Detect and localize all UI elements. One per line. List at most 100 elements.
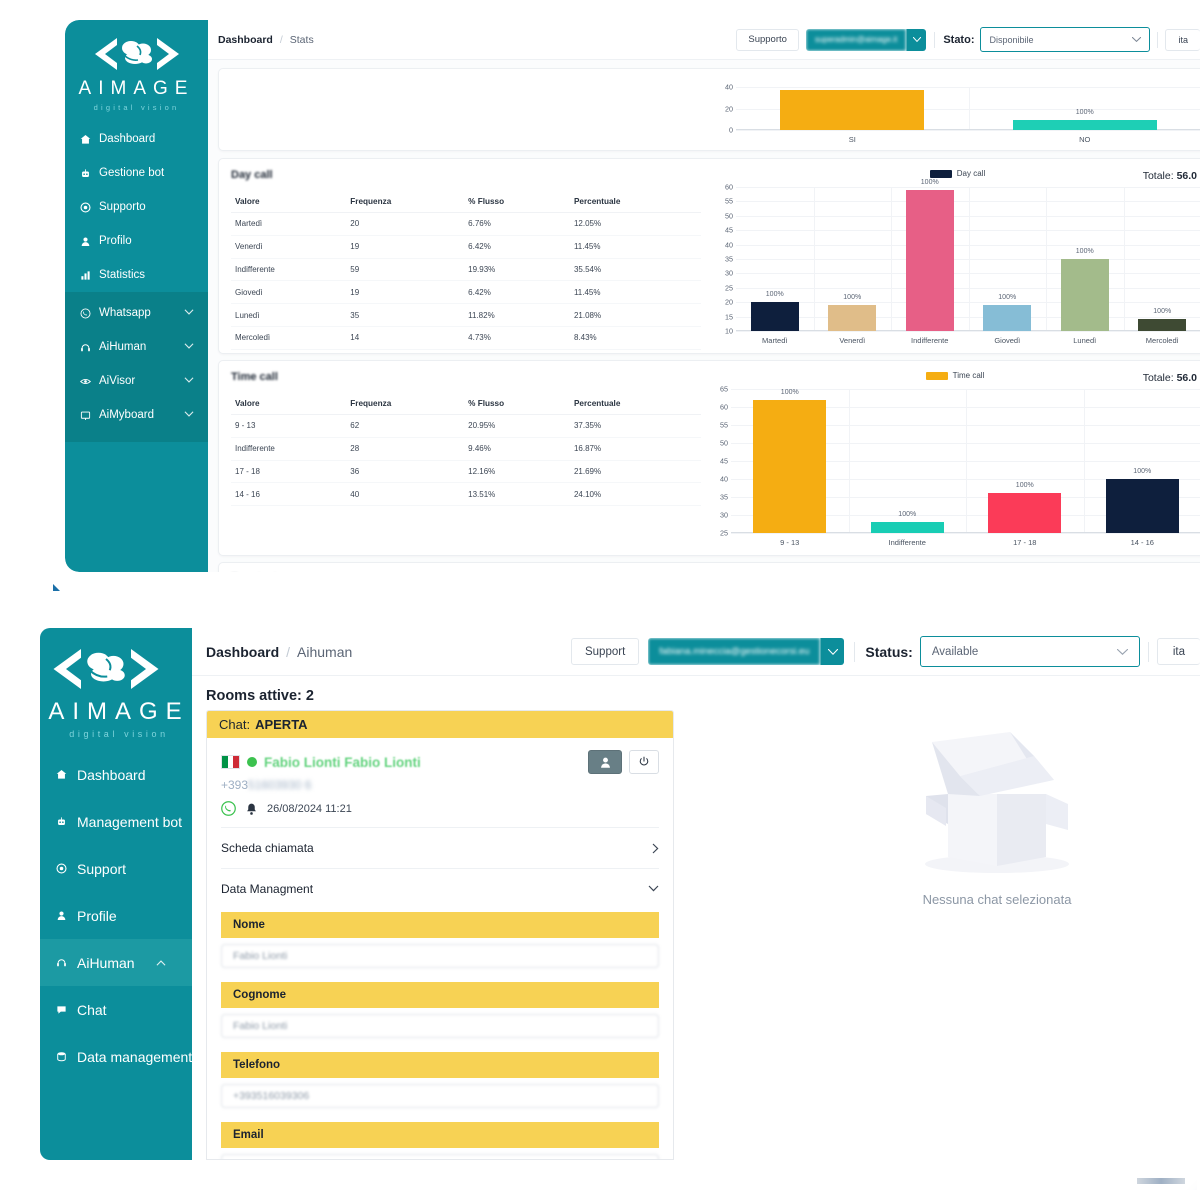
language-selector[interactable]: ita: [1165, 28, 1200, 51]
chart-bar[interactable]: 100%: [870, 511, 944, 533]
chevron-down-icon[interactable]: [184, 341, 194, 354]
transfer-agent-icon[interactable]: [588, 750, 622, 774]
support-button[interactable]: Supporto: [736, 28, 799, 51]
chat-status-header: Chat: APERTA: [207, 711, 673, 738]
chart-bar[interactable]: 100%: [1060, 248, 1109, 331]
form-field-input[interactable]: [221, 1154, 659, 1159]
sidebar-item-data-management[interactable]: Data management: [40, 1033, 192, 1080]
sidebar-nav: Dashboard Management bot Support Profile AiH…: [40, 751, 192, 1080]
chart-icon: [79, 269, 91, 281]
column-header[interactable]: Valore: [231, 393, 347, 415]
chart-bar[interactable]: 100%: [1012, 109, 1157, 130]
column-header[interactable]: Valore: [231, 191, 347, 213]
table-cell: 19: [346, 280, 465, 305]
chevron-up-icon[interactable]: [156, 955, 166, 971]
sidebar-item-dashboard[interactable]: Dashboard: [65, 122, 208, 156]
sidebar-item-aihuman[interactable]: AiHuman: [40, 939, 192, 986]
chart-bar[interactable]: [780, 89, 925, 130]
accordion-data-managment[interactable]: Data Managment: [221, 868, 659, 908]
chart-bar[interactable]: 100%: [753, 389, 827, 533]
language-selector[interactable]: ita: [1156, 638, 1200, 665]
form-field-input[interactable]: Fabio Lionti: [221, 944, 659, 968]
column-header[interactable]: Percentuale: [569, 191, 701, 213]
chart-bar[interactable]: 100%: [828, 294, 877, 331]
power-off-icon[interactable]: [629, 750, 659, 774]
table-cell: 37.35%: [569, 414, 701, 438]
chevron-down-icon[interactable]: [184, 375, 194, 388]
chevron-down-icon[interactable]: [184, 307, 194, 320]
column-header[interactable]: Frequenza: [346, 393, 465, 415]
accordion-scheda-chiamata[interactable]: Scheda chiamata: [221, 828, 659, 868]
sidebar-item-label: AiHuman: [99, 341, 147, 353]
sidebar-item-aivisor[interactable]: AiVisor: [65, 364, 208, 398]
support-button[interactable]: Support: [570, 638, 640, 665]
sidebar-item-support[interactable]: Support: [40, 845, 192, 892]
chart-bars: 100% 100% 100% 100%: [731, 389, 1200, 533]
form-field-input[interactable]: +393516039306: [221, 1084, 659, 1108]
database-icon: [54, 1051, 69, 1063]
sidebar-item-aimyboard[interactable]: AiMyboard: [65, 398, 208, 432]
column-header[interactable]: Frequenza: [346, 191, 465, 213]
column-header[interactable]: % Flusso: [464, 393, 570, 415]
form-field-input[interactable]: Fabio Lionti: [221, 1014, 659, 1038]
sidebar-item-gestione-bot[interactable]: Gestione bot: [65, 156, 208, 190]
column-header[interactable]: Percentuale: [569, 393, 701, 415]
sidebar-item-label: AiMyboard: [99, 409, 154, 421]
sidebar-item-whatsapp[interactable]: Whatsapp: [65, 296, 208, 330]
resize-handle-artifact[interactable]: [53, 584, 60, 591]
table-cell: 17 - 18: [231, 460, 347, 484]
column-header[interactable]: % Flusso: [464, 191, 570, 213]
aimage-brain-logo-icon: [53, 649, 159, 689]
status-select[interactable]: Disponibile: [980, 27, 1151, 52]
stats-dashboard-panel: AIMAGE digital vision Dashboard Gestione …: [65, 20, 1200, 572]
sidebar-item-supporto[interactable]: Supporto: [65, 190, 208, 224]
sidebar-item-aihuman[interactable]: AiHuman: [65, 330, 208, 364]
status-select[interactable]: Available: [919, 636, 1140, 667]
chart-bar-slot: 100%: [814, 187, 892, 331]
chart-bar[interactable]: 100%: [750, 291, 799, 331]
sidebar-item-label: AiHuman: [77, 954, 135, 971]
account-chevron-down-icon[interactable]: [820, 638, 845, 665]
breadcrumb-root[interactable]: Dashboard: [218, 34, 273, 46]
chart-bar[interactable]: 100%: [988, 482, 1062, 533]
brand-wordmark: AIMAGE: [48, 698, 190, 725]
chart-bar[interactable]: 100%: [1138, 308, 1187, 331]
chart-bar[interactable]: 100%: [983, 294, 1032, 331]
sidebar-item-statistics[interactable]: Statistics: [65, 258, 208, 292]
chart-bar[interactable]: 100%: [905, 179, 954, 331]
form-field-value: Fabio Lionti: [233, 950, 288, 962]
online-status-dot-icon: [247, 757, 257, 767]
account-chevron-down-icon[interactable]: [906, 28, 927, 51]
sidebar-item-chat[interactable]: Chat: [40, 986, 192, 1033]
lifebuoy-icon: [54, 863, 69, 875]
y-tick-label: 25: [725, 283, 733, 293]
sidebar-item-management-bot[interactable]: Management bot: [40, 798, 192, 845]
form-field-label: Telefono: [221, 1052, 659, 1078]
account-menu[interactable]: fabiana.mineccia@gestionecorsi.eu: [648, 638, 845, 665]
table-cell: 11.45%: [569, 280, 701, 305]
breadcrumb-root[interactable]: Dashboard: [206, 644, 279, 660]
table-cell: 24.10%: [569, 482, 701, 507]
y-tick-label: 20: [725, 297, 733, 307]
y-tick-label: 65: [720, 384, 728, 394]
yesno-card: 40 20 0 100% SI NO: [218, 68, 1200, 151]
sidebar-item-label: Statistics: [99, 269, 146, 281]
table-row: Indifferente 28 9.46% 16.87%: [231, 437, 701, 461]
sidebar-item-profile[interactable]: Profile: [40, 892, 192, 939]
sidebar-item-dashboard[interactable]: Dashboard: [40, 751, 192, 798]
board-icon: [79, 409, 91, 421]
chat-status-prefix: Chat:: [219, 717, 251, 732]
chart-bar[interactable]: 100%: [1105, 468, 1179, 533]
brand-logo[interactable]: AIMAGE digital vision: [40, 628, 192, 751]
sidebar-item-profilo[interactable]: Profilo: [65, 224, 208, 258]
chart-gridline: [736, 331, 1200, 332]
time-call-card: Time call Totale: 56.0 Valore Frequenza% …: [218, 360, 1200, 556]
aimage-brain-logo-icon: [94, 38, 179, 70]
time-call-title: Time call: [231, 371, 278, 383]
table-cell: Giovedì: [231, 280, 347, 305]
legend-label: Day call: [956, 169, 986, 178]
brand-logo[interactable]: AIMAGE digital vision: [65, 20, 208, 122]
account-menu[interactable]: superadmin@aimage.it: [805, 28, 927, 51]
y-tick-label: 30: [720, 510, 728, 520]
chevron-down-icon[interactable]: [184, 409, 194, 422]
